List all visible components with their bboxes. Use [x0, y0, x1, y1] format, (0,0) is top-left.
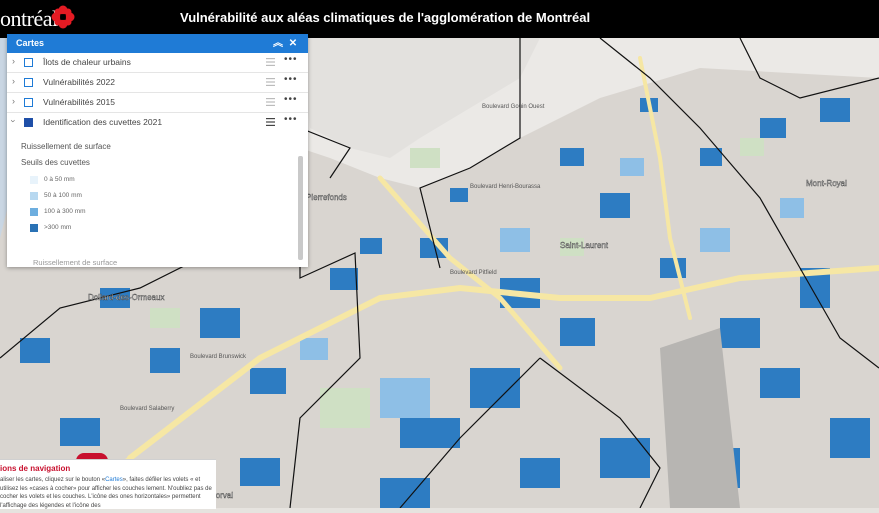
legend-list-icon[interactable] [266, 78, 275, 86]
legend-title: Ruissellement de surface [21, 142, 111, 151]
legend-item: 50 à 100 mm [21, 189, 308, 204]
legend-label: >300 mm [44, 224, 72, 231]
panel-scrollbar[interactable] [298, 156, 303, 260]
legend-label: 50 à 100 mm [44, 192, 82, 199]
map-street-pitfield: Boulevard Pitfield [450, 270, 497, 276]
layer-row-vuln-2015[interactable]: › Vulnérabilités 2015 ••• [7, 93, 308, 113]
map-label-saint-laurent: Saint-Laurent [560, 241, 609, 250]
legend-label: 100 à 300 mm [44, 208, 86, 215]
layer-checkbox[interactable] [24, 78, 33, 87]
layer-checkbox[interactable] [24, 58, 33, 67]
legend-swatch [30, 192, 38, 200]
header-bar: ontréal Vulnérabilité aux aléas climatiq… [0, 0, 879, 38]
more-options-icon[interactable]: ••• [284, 94, 298, 105]
nav-text-part: aliser les cartes, cliquez sur le bouton… [0, 477, 106, 483]
cartes-link[interactable]: Cartes [105, 477, 123, 483]
layer-checkbox-checked[interactable] [24, 118, 33, 127]
panel-title: Cartes [16, 38, 45, 48]
more-options-icon[interactable]: ••• [284, 74, 298, 85]
layer-label: Identification des cuvettes 2021 [43, 117, 163, 127]
legend-list-icon[interactable] [266, 118, 275, 126]
map-street-brunswick: Boulevard Brunswick [190, 354, 247, 360]
chevron-right-icon[interactable]: › [12, 96, 15, 106]
legend-label: 0 à 50 mm [44, 176, 75, 183]
map-label-dollard: Dollard-des-Ormeaux [88, 293, 164, 302]
chevron-down-icon[interactable]: › [9, 120, 19, 123]
layer-label: Îlots de chaleur urbains [43, 57, 131, 67]
legend-list-icon[interactable] [266, 58, 275, 66]
nav-help-title: ions de navigation [0, 464, 71, 473]
layer-row-cuvettes-2021[interactable]: › Identification des cuvettes 2021 ••• [7, 113, 308, 132]
navigation-help-popup: ions de navigation aliser les cartes, cl… [0, 459, 216, 509]
nav-help-text: aliser les cartes, cliquez sur le bouton… [0, 476, 212, 510]
map-label-mont-royal: Mont-Royal [806, 179, 847, 188]
legend-swatch [30, 208, 38, 216]
app-title: Vulnérabilité aux aléas climatiques de l… [180, 10, 591, 25]
panel-header: Cartes ︽ ✕ [7, 34, 308, 53]
montreal-rosette-icon [51, 5, 75, 29]
layer-legend: Ruissellement de surface Seuils des cuve… [7, 142, 308, 236]
layer-label: Vulnérabilités 2015 [43, 97, 115, 107]
more-options-icon[interactable]: ••• [284, 54, 298, 65]
legend-swatch [30, 176, 38, 184]
legend-item: >300 mm [21, 221, 308, 236]
map-label-pierrefonds: Pierrefonds [306, 193, 347, 202]
legend-list-icon[interactable] [266, 98, 275, 106]
map-street-gouin: Boulevard Gouin Ouest [482, 104, 545, 110]
chevron-right-icon[interactable]: › [12, 56, 15, 66]
legend-item: 100 à 300 mm [21, 205, 308, 220]
map-street-salaberry: Boulevard Salaberry [120, 406, 174, 412]
montreal-logo[interactable]: ontréal [0, 6, 58, 32]
more-options-icon[interactable]: ••• [284, 114, 298, 125]
collapse-icon[interactable]: ︽ [271, 34, 285, 53]
chevron-right-icon[interactable]: › [12, 76, 15, 86]
maps-panel: Cartes ︽ ✕ › Îlots de chaleur urbains ••… [7, 34, 308, 267]
close-icon[interactable]: ✕ [286, 34, 300, 53]
layer-row-ilots[interactable]: › Îlots de chaleur urbains ••• [7, 53, 308, 73]
map-street-henri: Boulevard Henri-Bourassa [470, 184, 541, 190]
legend-item: 0 à 50 mm [21, 173, 308, 188]
legend-subtitle: Seuils des cuvettes [21, 158, 90, 167]
layer-checkbox[interactable] [24, 98, 33, 107]
logo-text: ontréal [0, 6, 58, 31]
legend-swatch [30, 224, 38, 232]
layer-label: Vulnérabilités 2022 [43, 77, 115, 87]
next-layer-label: Ruissellement de surface [33, 258, 118, 267]
layer-row-vuln-2022[interactable]: › Vulnérabilités 2022 ••• [7, 73, 308, 93]
